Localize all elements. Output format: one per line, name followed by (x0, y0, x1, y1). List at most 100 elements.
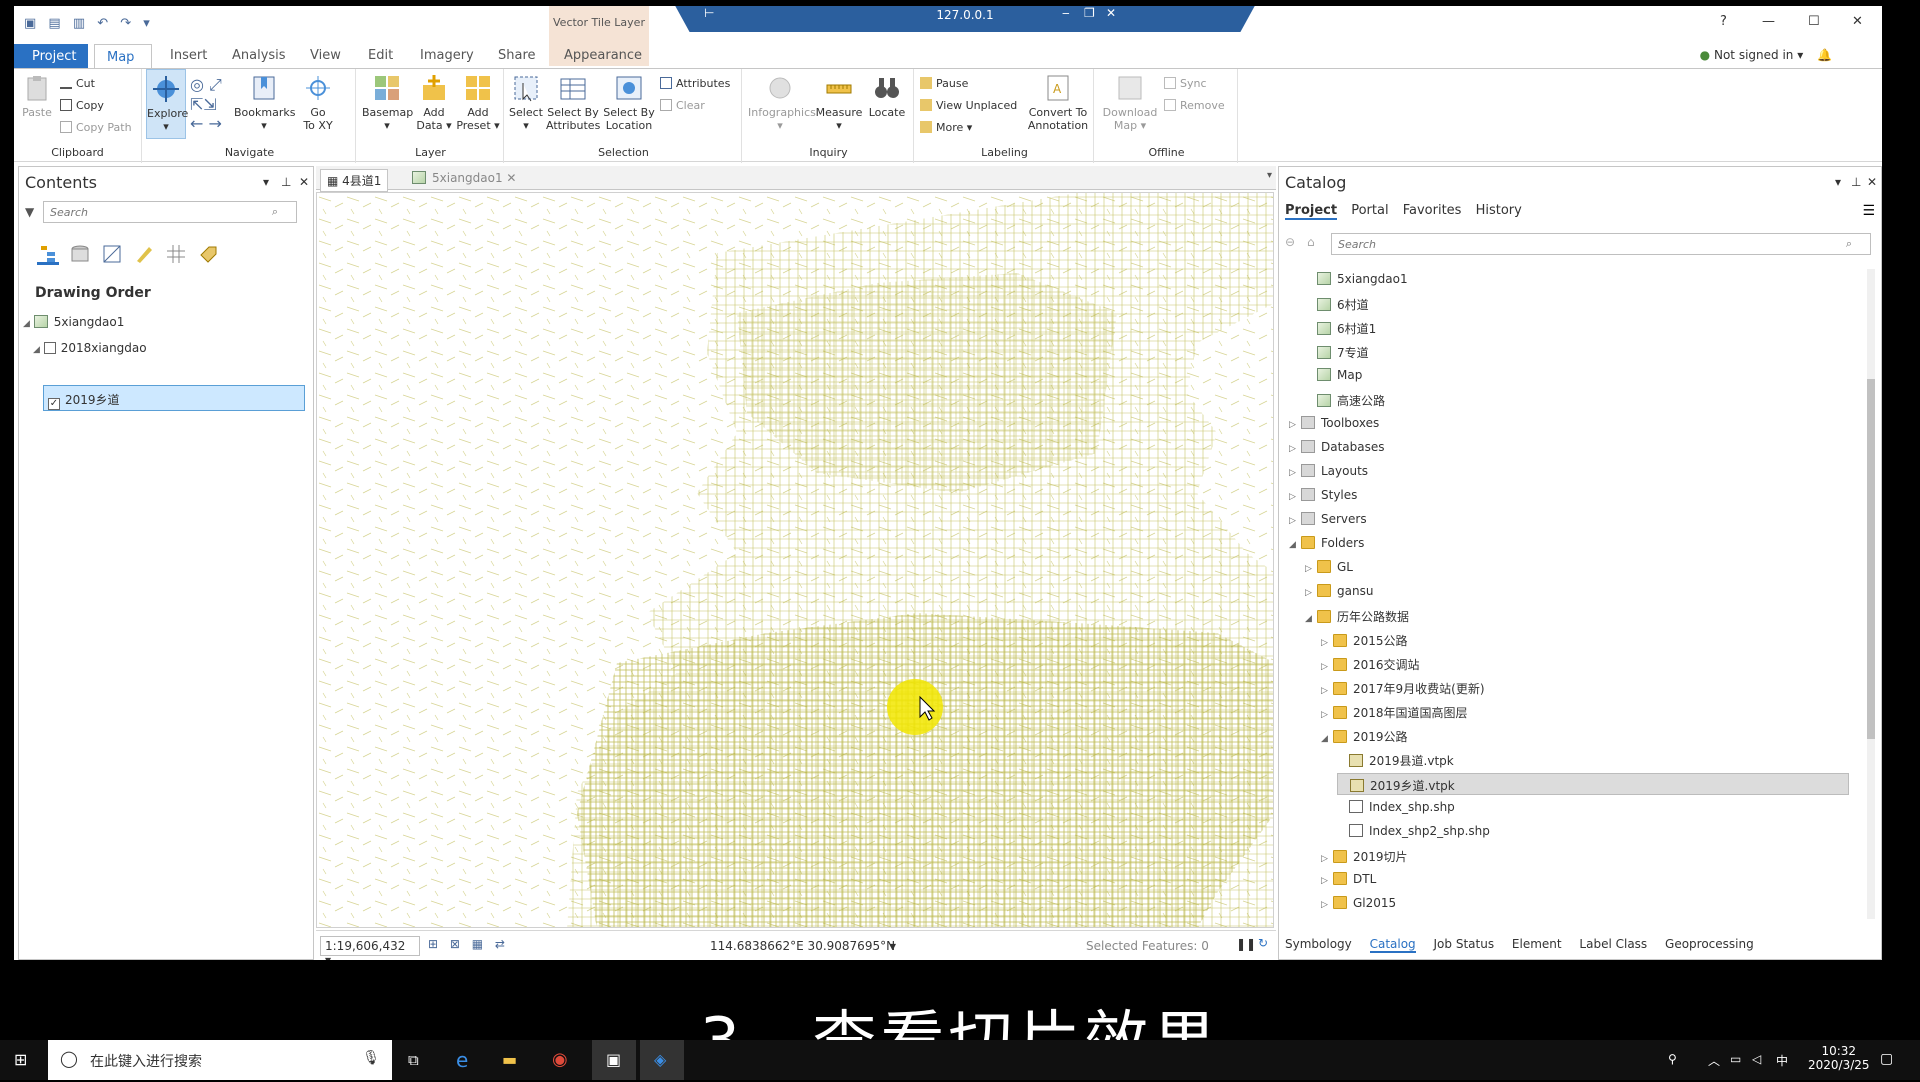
snapping-view-icon[interactable] (165, 243, 187, 265)
close-pane-icon[interactable]: ✕ (1867, 175, 1877, 189)
tab-map[interactable]: Map (94, 44, 152, 69)
catalog-scrollbar[interactable] (1867, 269, 1875, 919)
clear-button[interactable]: Clear (660, 99, 705, 112)
rdp-minimize-icon[interactable]: ‒ (1062, 6, 1070, 20)
microphone-icon[interactable]: 🎙 (362, 1050, 380, 1066)
windows-start-icon[interactable]: ⊞ (14, 1050, 27, 1069)
add-data-button[interactable]: Add Data ▾ (414, 73, 454, 132)
network-icon[interactable]: ▭ (1730, 1052, 1741, 1066)
remove-button[interactable]: Remove (1164, 99, 1225, 112)
catalog-item[interactable]: ▷ Layouts (1289, 461, 1368, 483)
basemap-button[interactable]: Basemap ▾ (362, 73, 413, 132)
catalog-item[interactable]: ▷ 2019切片 (1321, 845, 1408, 867)
more-button[interactable]: More ▾ (920, 121, 972, 134)
clock[interactable]: 10:32 2020/3/25 (1808, 1044, 1870, 1072)
expand-icon[interactable]: ▷ (1289, 420, 1301, 430)
select-by-location-button[interactable]: Select By Location (602, 73, 656, 132)
zoom-tools[interactable]: ◎ ⤢ ⇱⇲ ← → (190, 75, 222, 133)
catalog-item[interactable]: 6村道 (1305, 293, 1369, 315)
quick-access-toolbar[interactable]: ▣ ▤ ▥ ↶ ↷ ▾ (24, 16, 154, 31)
pause-drawing-icon[interactable]: ❚❚ (1236, 937, 1256, 951)
selection-view-icon[interactable] (101, 243, 123, 265)
contents-search-input[interactable]: Search ⌕ (43, 201, 297, 223)
bottom-tab-catalog[interactable]: Catalog (1369, 937, 1416, 953)
pane-menu-icon[interactable]: ▾ (263, 175, 269, 189)
catalog-tab-favorites[interactable]: Favorites (1403, 203, 1462, 218)
bottom-tab-label-class[interactable]: Label Class (1579, 937, 1647, 951)
expand-icon[interactable]: ▷ (1289, 444, 1301, 454)
filter-icon[interactable]: ▼ (25, 205, 34, 219)
editing-view-icon[interactable] (133, 243, 155, 265)
minimize-icon[interactable]: — (1762, 14, 1775, 29)
taskbar-search-box[interactable]: ◯ 在此键入进行搜索 🎙 (48, 1040, 392, 1080)
expand-icon[interactable]: ▷ (1321, 710, 1333, 720)
expand-icon[interactable]: ▷ (1321, 876, 1333, 886)
bookmarks-button[interactable]: Bookmarks ▾ (234, 73, 295, 132)
layer-2018xiangdao[interactable]: ◢ 2018xiangdao (33, 341, 147, 355)
catalog-item[interactable]: ◢ 2019公路 (1321, 725, 1408, 747)
catalog-item[interactable]: ▷ Styles (1289, 485, 1357, 507)
catalog-item[interactable]: 2019乡道.vtpk (1337, 773, 1849, 795)
tab-list-icon[interactable]: ▾ (1267, 170, 1272, 181)
catalog-item[interactable]: 5xiangdao1 (1305, 269, 1408, 291)
scrollbar-thumb[interactable] (1867, 379, 1875, 739)
people-icon[interactable]: ⚲ (1668, 1052, 1677, 1066)
view-unplaced-button[interactable]: View Unplaced (920, 99, 1017, 112)
tab-appearance[interactable]: Appearance (564, 48, 642, 63)
pause-button[interactable]: Pause (920, 77, 968, 90)
close-tab-icon[interactable]: ✕ (506, 171, 516, 185)
layer-visibility-checkbox[interactable] (43, 342, 56, 354)
refresh-icon[interactable]: ↻ (1258, 936, 1268, 950)
expand-icon[interactable]: ▷ (1289, 492, 1301, 502)
download-map-button[interactable]: Download Map ▾ (1100, 73, 1160, 132)
expand-icon[interactable]: ▷ (1321, 900, 1333, 910)
file-explorer-icon[interactable]: ▬ (502, 1050, 517, 1069)
map-tab-5xiangdao1[interactable]: 5xiangdao1 ✕ (406, 169, 522, 187)
catalog-item[interactable]: ▷区划20191029 (1321, 917, 1438, 919)
expand-icon[interactable]: ▷ (1305, 588, 1317, 598)
collapse-icon[interactable]: ◢ (33, 345, 40, 355)
catalog-item[interactable]: ◢ 历年公路数据 (1305, 605, 1409, 627)
select-button[interactable]: Select ▾ (508, 73, 544, 132)
locate-button[interactable]: Locate (866, 73, 908, 119)
expand-icon[interactable]: ▷ (1321, 638, 1333, 648)
copy-button[interactable]: Copy (60, 99, 104, 112)
catalog-search-input[interactable]: Search ⌕ (1331, 233, 1871, 255)
paste-button[interactable]: Paste (20, 73, 54, 119)
expand-icon[interactable]: ▷ (1289, 468, 1301, 478)
go-to-xy-button[interactable]: Go To XY (298, 73, 338, 132)
ime-indicator[interactable]: 中 (1776, 1052, 1788, 1069)
pane-menu-icon[interactable]: ▾ (1835, 175, 1841, 189)
catalog-item[interactable]: ▷ 2016交调站 (1321, 653, 1420, 675)
rdp-restore-icon[interactable]: ❐ (1084, 6, 1095, 20)
tab-share[interactable]: Share (498, 48, 536, 63)
measure-button[interactable]: Measure ▾ (814, 73, 864, 132)
labeling-view-icon[interactable] (197, 243, 219, 265)
map-canvas[interactable] (316, 192, 1274, 928)
collapse-icon[interactable]: ◢ (1289, 540, 1301, 550)
layer-visibility-checkbox[interactable]: ✓ (48, 398, 60, 410)
catalog-item[interactable]: ▷ Gl2015 (1321, 893, 1396, 915)
catalog-item[interactable]: Map (1305, 365, 1362, 387)
catalog-tab-history[interactable]: History (1476, 203, 1522, 218)
copy-path-button[interactable]: Copy Path (60, 121, 132, 134)
attributes-button[interactable]: Attributes (660, 77, 730, 90)
data-source-icon[interactable] (69, 243, 91, 265)
maximize-icon[interactable]: ☐ (1808, 14, 1820, 29)
collapse-icon[interactable]: ◢ (23, 319, 30, 329)
pin-pane-icon[interactable]: ⊥ (1851, 175, 1861, 189)
catalog-item[interactable]: Index_shp2_shp.shp (1337, 821, 1490, 843)
tray-overflow-icon[interactable]: ︿ (1708, 1052, 1720, 1069)
coord-format-dropdown[interactable]: ▾ (890, 939, 896, 953)
catalog-item[interactable]: 2019县道.vtpk (1337, 749, 1454, 771)
scale-selector[interactable]: 1:19,606,432 ▾ (320, 936, 420, 960)
catalog-item[interactable]: ▷ gansu (1305, 581, 1373, 603)
cut-button[interactable]: Cut (60, 77, 95, 90)
collapse-icon[interactable]: ◢ (1321, 734, 1333, 744)
catalog-item[interactable]: 6村道1 (1305, 317, 1376, 339)
bottom-tab-geoprocessing[interactable]: Geoprocessing (1665, 937, 1754, 951)
edge-icon[interactable]: e (456, 1048, 468, 1072)
expand-icon[interactable]: ▷ (1289, 516, 1301, 526)
catalog-tab-project[interactable]: Project (1285, 203, 1338, 220)
catalog-item[interactable]: ◢ Folders (1289, 533, 1364, 555)
